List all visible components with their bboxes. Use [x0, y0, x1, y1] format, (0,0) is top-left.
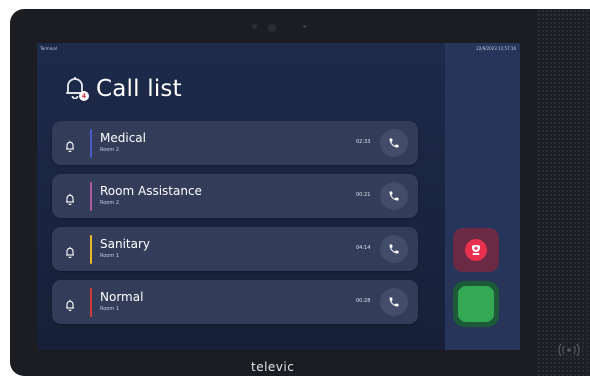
bell-icon — [65, 190, 75, 206]
phone-icon — [389, 244, 399, 254]
bell-icon — [65, 296, 75, 312]
answer-call-button[interactable] — [380, 129, 408, 157]
priority-stripe — [90, 235, 92, 264]
page-header: 4 Call list — [64, 75, 182, 103]
speaker-grille — [537, 9, 590, 376]
call-name: Sanitary — [100, 237, 151, 251]
call-item-sanitary[interactable]: Sanitary Room 1 04:14 — [52, 227, 418, 271]
header-bell: 4 — [64, 75, 90, 103]
call-item-room-assistance[interactable]: Room Assistance Room 2 00:21 — [52, 174, 418, 218]
call-room: Room 1 — [100, 253, 120, 259]
device-frame: televic Terminal 22/9/2023 11:57:16 4 Ca… — [10, 9, 590, 376]
phone-icon — [389, 191, 399, 201]
brand-logo: televic — [251, 360, 295, 374]
cancel-circle — [465, 239, 487, 261]
call-name: Medical — [100, 131, 146, 145]
nurse-cancel-icon — [472, 245, 480, 255]
cancel-call-button[interactable] — [453, 228, 499, 272]
call-duration: 04:14 — [356, 245, 371, 251]
bell-icon — [65, 137, 75, 153]
phone-icon — [389, 138, 399, 148]
call-duration: 00:28 — [356, 298, 371, 304]
call-room: Room 1 — [100, 306, 120, 312]
nfc-icon — [555, 340, 583, 360]
call-name: Room Assistance — [100, 184, 202, 198]
bell-icon — [65, 243, 75, 259]
answer-call-button[interactable] — [380, 182, 408, 210]
call-room: Room 2 — [100, 147, 120, 153]
call-item-medical[interactable]: Medical Room 2 02:33 — [52, 121, 418, 165]
notification-badge: 4 — [79, 91, 89, 101]
priority-stripe — [90, 288, 92, 317]
priority-stripe — [90, 182, 92, 211]
terminal-label: Terminal — [40, 46, 57, 51]
phone-icon — [389, 297, 399, 307]
presence-indicator — [458, 286, 494, 322]
camera-lens — [266, 22, 278, 34]
call-name: Normal — [100, 290, 144, 304]
indicator-led — [303, 25, 306, 28]
touch-screen: Terminal 22/9/2023 11:57:16 4 Call list … — [37, 43, 520, 350]
call-duration: 00:21 — [356, 192, 371, 198]
answer-call-button[interactable] — [380, 288, 408, 316]
call-room: Room 2 — [100, 200, 120, 206]
priority-stripe — [90, 129, 92, 158]
datetime: 22/9/2023 11:57:16 — [476, 46, 516, 51]
sensor-dot — [252, 24, 257, 29]
call-item-normal[interactable]: Normal Room 1 00:28 — [52, 280, 418, 324]
call-duration: 02:33 — [356, 139, 371, 145]
answer-call-button[interactable] — [380, 235, 408, 263]
presence-button[interactable] — [453, 281, 499, 327]
page-title: Call list — [96, 76, 182, 102]
